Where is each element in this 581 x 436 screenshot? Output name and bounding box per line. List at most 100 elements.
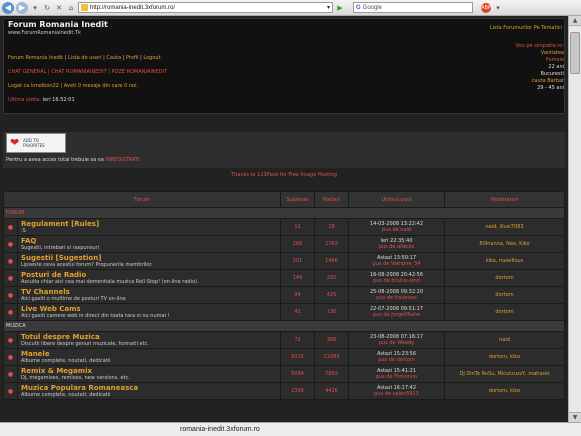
last-post-author[interactable]: pus de fraiaraes (349, 295, 444, 301)
forum-status-icon: ● (3, 303, 18, 321)
forum-last-post: Astazi 13:50:17 pus de Vampire_34 (348, 252, 445, 270)
forum-postari: 425 (314, 286, 349, 304)
simpatie-line7: 29 - 45 ani (537, 85, 564, 91)
forum-row: ● Sugestii [Sugestion] Lipseste ceva acest… (3, 252, 565, 270)
simpatie-box[interactable]: Vou pe simpatie.ro: Vanilatea Femeie 22 … (478, 43, 565, 92)
adblock-icon[interactable]: ABP (481, 2, 491, 13)
last-post-author[interactable]: pus de dortom (349, 357, 444, 363)
simpatie-line5: Bucuresti (540, 71, 565, 77)
forum-header: Forum Romania Inedit www.ForumRomaniaIne… (3, 18, 565, 114)
forum-moderators[interactable]: dortom (444, 286, 565, 304)
forum-description: Discutii libere despre genuri muzicale, … (21, 341, 149, 347)
simpatie-line4: 22 ani (548, 64, 564, 70)
add-to-favorites-button[interactable]: ❤ ADD TO FAVORITES (6, 133, 66, 153)
last-post-author[interactable]: pus de brutus-smd (349, 278, 444, 284)
forum-moderators[interactable]: kiko, malefious (444, 252, 565, 270)
last-post-author[interactable]: pus de Flonnnnn (349, 374, 444, 380)
login-status[interactable]: Logat ca kmelbon22 | Aveti 0 mesaje din … (8, 83, 138, 89)
forum-status-icon: ● (3, 348, 18, 366)
nav-links: Forum Romania Inedit | Lista de useri | … (8, 55, 161, 61)
forum-title-link[interactable]: TV Channels (21, 288, 277, 296)
forum-title-link[interactable]: Posturi de Radio (21, 271, 277, 279)
forum-title-link[interactable]: Manele (21, 350, 277, 358)
stop-icon[interactable]: ✕ (54, 3, 64, 13)
heart-icon: ❤ (10, 136, 20, 149)
forum-moderators[interactable]: dortom (444, 303, 565, 321)
home-icon[interactable]: ⌂ (66, 3, 76, 13)
forum-status-icon: ● (3, 252, 18, 270)
dropdown-icon[interactable]: ▾ (30, 3, 40, 13)
forum-description: Asculta chiar aici cea mai dementiala mu… (21, 279, 199, 285)
forum-last-post: 16-08-2008 20:42:56 pus de brutus-smd (348, 269, 445, 287)
back-icon[interactable]: ◀ (2, 1, 14, 14)
last-post-author[interactable]: pus de Vampire_34 (349, 261, 444, 267)
thanks-link[interactable]: Thanks to 123Poze for Free Image Hosting (0, 172, 568, 178)
nav-link-home[interactable]: Forum Romania Inedit (8, 55, 63, 61)
refresh-icon[interactable]: ↻ (42, 3, 52, 13)
forum-title-link[interactable]: Live Web Cams (21, 305, 277, 313)
search-input[interactable]: Google (363, 5, 382, 11)
forum-row: ● Muzica Populara Romaneasca Albume comple… (3, 382, 565, 400)
vertical-scrollbar[interactable]: ▲ ▼ (568, 16, 581, 422)
forum-status-icon: ● (3, 218, 18, 236)
forum-moderators[interactable]: dortom, kiko (444, 348, 565, 366)
last-post-author[interactable]: pus de naid (349, 227, 444, 233)
forum-moderators[interactable]: dortom, kiko (444, 382, 565, 400)
forum-postari: 388 (314, 331, 349, 349)
forum-name-cell: Manele Albume complete, noutati, dedicati… (17, 348, 281, 366)
forum-title-link[interactable]: Muzica Populara Romaneasca (21, 384, 277, 392)
simpatie-line3: Femeie (545, 57, 564, 63)
scroll-up-icon[interactable]: ▲ (569, 16, 581, 26)
last-visit-label: Ultima vizita: (8, 97, 41, 103)
forum-last-post: 22-07-2008 09:51:17 pus de JorgeVRahe (348, 303, 445, 321)
forum-title-link[interactable]: FAQ (21, 237, 277, 245)
menu-icon[interactable]: ▾ (493, 3, 503, 13)
forum-status-icon: ● (3, 331, 18, 349)
forum-title-link[interactable]: Regulament [Rules] (21, 220, 277, 228)
address-bar[interactable]: http://romania-inedit.3xforum.ro/ ▾ (78, 2, 333, 13)
site-title[interactable]: Forum Romania Inedit (8, 20, 108, 29)
register-link[interactable]: INREGISTRATI. (105, 157, 141, 163)
forum-status-icon: ● (3, 269, 18, 287)
forum-title-link[interactable]: Totul despre Muzica (21, 333, 277, 341)
nav-link-logout[interactable]: Logout (143, 55, 160, 61)
register-notice-text: Pentru a avea acces total trebuie sa va (6, 157, 104, 163)
forum-moderators[interactable]: dortom (444, 269, 565, 287)
last-post-author[interactable]: pus de allecks (349, 244, 444, 250)
forum-description: Aici gasiti o multime de posturi TV on-l… (21, 296, 126, 302)
forum-table: Forum Subiecte Postari Ultimul post Mode… (3, 191, 565, 400)
forum-last-post: 25-08-2008 09:32:20 pus de fraiaraes (348, 286, 445, 304)
forward-icon[interactable]: ▶ (16, 1, 28, 14)
forum-name-cell: Remix & Megamix Dj, megamixes, remixes, n… (17, 365, 281, 383)
last-post-author[interactable]: pus de valen5913 (349, 391, 444, 397)
go-icon[interactable]: ▶ (335, 3, 345, 13)
forum-moderators[interactable]: naid, illusi7083 (444, 218, 565, 236)
browser-toolbar: ◀ ▶ ▾ ↻ ✕ ⌂ http://romania-inedit.3xforu… (0, 0, 581, 16)
forum-moderators[interactable]: 80Inanna, Neo, Kiko (444, 235, 565, 253)
forum-name-cell: Muzica Populara Romaneasca Albume complet… (17, 382, 281, 400)
forum-title-link[interactable]: Remix & Megamix (21, 367, 277, 375)
url-dropdown-icon[interactable]: ▾ (327, 4, 330, 11)
nav-link-profile[interactable]: Profil (126, 55, 138, 61)
forum-row: ● Totul despre Muzica Discutii libere desp… (3, 331, 565, 349)
forum-row: ● Live Web Cams Aici gasiti camere web in … (3, 303, 565, 321)
forum-description: Aici gasiti camere web in direct din toa… (21, 313, 170, 319)
forum-list-link[interactable]: Lista Forumurilor Pe Tematici (490, 25, 562, 31)
scroll-thumb[interactable] (570, 32, 580, 74)
last-post-author[interactable]: pus de Weedy (349, 340, 444, 346)
forum-subiecte: 2339 (280, 382, 315, 400)
simpatie-line2: Vanilatea (540, 50, 564, 56)
nav-link-users[interactable]: Lista de useri (68, 55, 102, 61)
scroll-down-icon[interactable]: ▼ (569, 412, 581, 422)
nav-link-search[interactable]: Cauta (106, 55, 121, 61)
search-bar[interactable]: G Google (353, 2, 473, 13)
site-subtitle[interactable]: www.ForumRomaniaInedit.Tk (8, 30, 81, 36)
forum-moderators[interactable]: naid (444, 331, 565, 349)
forum-title-link[interactable]: Sugestii [Sugestion] (21, 254, 277, 262)
last-post-author[interactable]: pus de JorgeVRahe (349, 312, 444, 318)
chat-links[interactable]: CHAT GENERAL | CHAT ROMANIAINEDIT | POZE… (8, 69, 167, 75)
forum-moderators[interactable]: DJ DinTe RoSu, MicutzuzzY, maharet (444, 365, 565, 383)
favicon-icon (81, 4, 88, 11)
forum-description: Albume complete, noutati, dedicatii (21, 392, 111, 398)
col-forum: Forum (3, 191, 281, 208)
